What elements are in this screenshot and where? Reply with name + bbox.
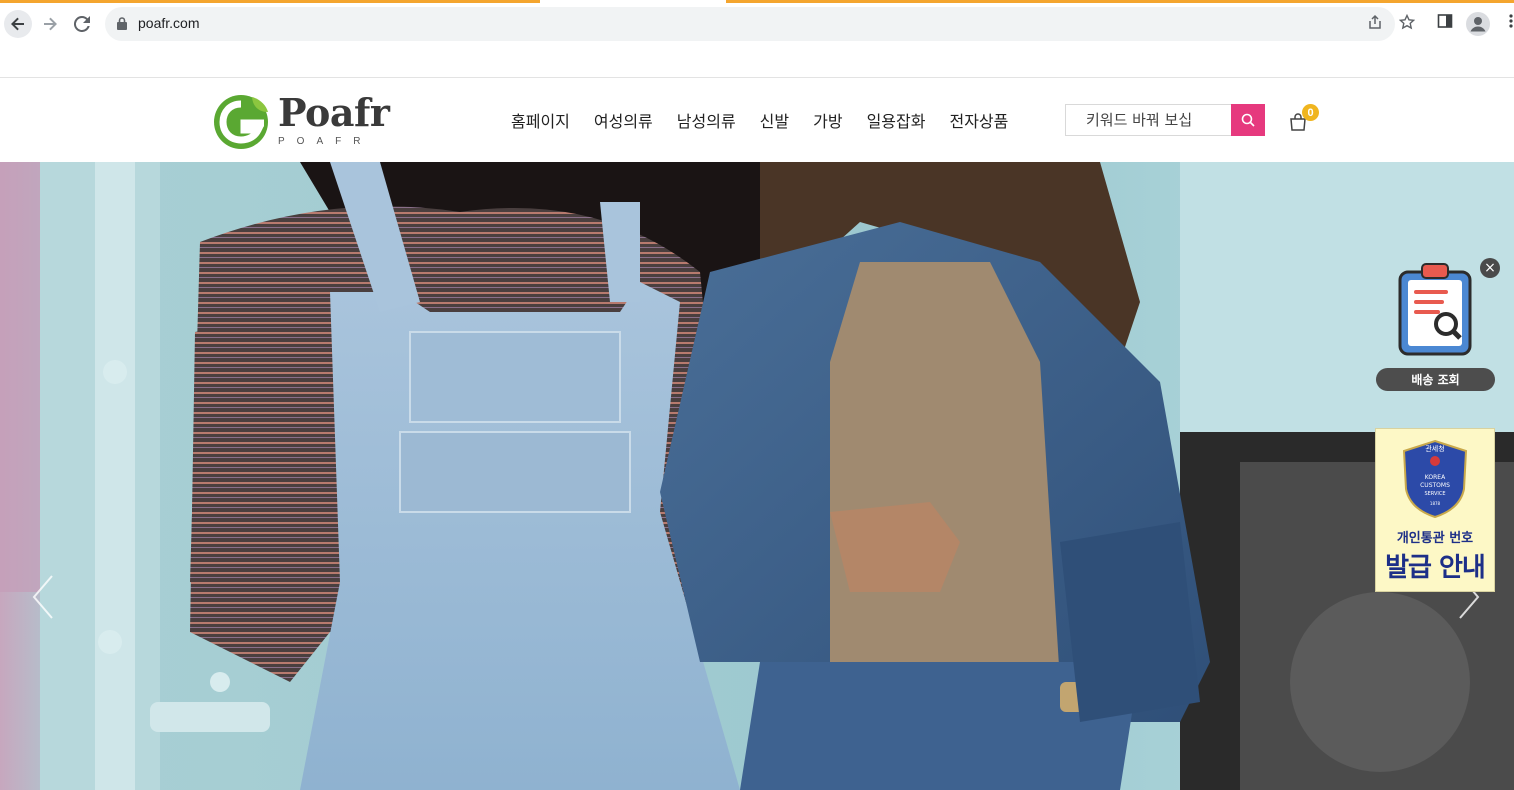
cart-button[interactable]: 0: [1288, 104, 1319, 132]
search-input[interactable]: [1066, 105, 1231, 135]
address-bar[interactable]: poafr.com: [105, 7, 1416, 41]
hero-slider: [0, 162, 1514, 790]
slider-prev-button[interactable]: [28, 572, 58, 622]
share-icon[interactable]: [1365, 14, 1385, 34]
clipboard-search-icon: [1398, 263, 1472, 356]
nav-item-bags[interactable]: 가방: [813, 108, 842, 132]
back-button[interactable]: [4, 10, 32, 38]
delivery-tracking-widget[interactable]: × 배송 조회: [1376, 258, 1500, 393]
reload-icon: [74, 16, 90, 32]
chevron-left-icon: [32, 575, 53, 619]
url-text: poafr.com: [138, 15, 200, 31]
svg-text:관세청: 관세청: [1425, 444, 1444, 453]
customs-line1: 개인통관 번호: [1396, 531, 1474, 546]
arrow-left-icon: [11, 17, 24, 31]
loading-bar: [726, 0, 1514, 3]
leaf-logo-icon: [214, 95, 268, 149]
svg-text:SERVICE: SERVICE: [1424, 491, 1445, 497]
lock-icon: [117, 17, 127, 30]
customs-line2: 발급 안내: [1385, 553, 1486, 583]
profile-avatar-icon[interactable]: [1466, 12, 1490, 36]
site-logo[interactable]: Poafr POAFR: [212, 90, 390, 150]
logo-subtitle: POAFR: [278, 136, 373, 147]
browser-toolbar: poafr.com: [0, 0, 1514, 48]
nav-item-womens-clothing[interactable]: 여성의류: [594, 108, 653, 132]
logo-wordmark: Poafr: [278, 90, 390, 135]
search-icon: [1241, 113, 1255, 127]
hero-photo: [0, 162, 1514, 790]
site-header: Poafr POAFR 홈페이지 여성의류 남성의류 신발 가방 일용잡화 전자…: [0, 78, 1514, 162]
tracking-label: 배송 조회: [1376, 368, 1495, 391]
close-icon[interactable]: ×: [1480, 258, 1500, 278]
customs-number-banner[interactable]: 관세청 KOREA CUSTOMS SERVICE 1878 개인통관 번호 발…: [1375, 428, 1495, 592]
svg-text:KOREA: KOREA: [1425, 474, 1446, 481]
arrow-right-icon: [44, 17, 57, 31]
side-panel-icon[interactable]: [1434, 13, 1456, 35]
cart-count-badge: 0: [1302, 104, 1319, 121]
forward-button[interactable]: [36, 10, 64, 38]
main-navigation: 홈페이지 여성의류 남성의류 신발 가방 일용잡화 전자상품: [511, 108, 1032, 132]
bookmark-star-icon[interactable]: [1397, 13, 1417, 34]
customs-shield-icon: 관세청 KOREA CUSTOMS SERVICE 1878: [1402, 439, 1468, 519]
nav-item-home[interactable]: 홈페이지: [511, 108, 570, 132]
svg-text:CUSTOMS: CUSTOMS: [1420, 482, 1450, 489]
nav-item-shoes[interactable]: 신발: [760, 108, 789, 132]
search-box: [1065, 104, 1231, 136]
search-button[interactable]: [1231, 104, 1265, 136]
nav-item-daily-goods[interactable]: 일용잡화: [867, 108, 926, 132]
nav-item-electronics[interactable]: 전자상품: [949, 108, 1008, 132]
svg-text:1878: 1878: [1430, 501, 1441, 506]
kebab-menu-icon[interactable]: [1500, 13, 1514, 35]
nav-item-mens-clothing[interactable]: 남성의류: [677, 108, 736, 132]
loading-bar: [0, 0, 540, 3]
reload-button[interactable]: [68, 10, 96, 38]
